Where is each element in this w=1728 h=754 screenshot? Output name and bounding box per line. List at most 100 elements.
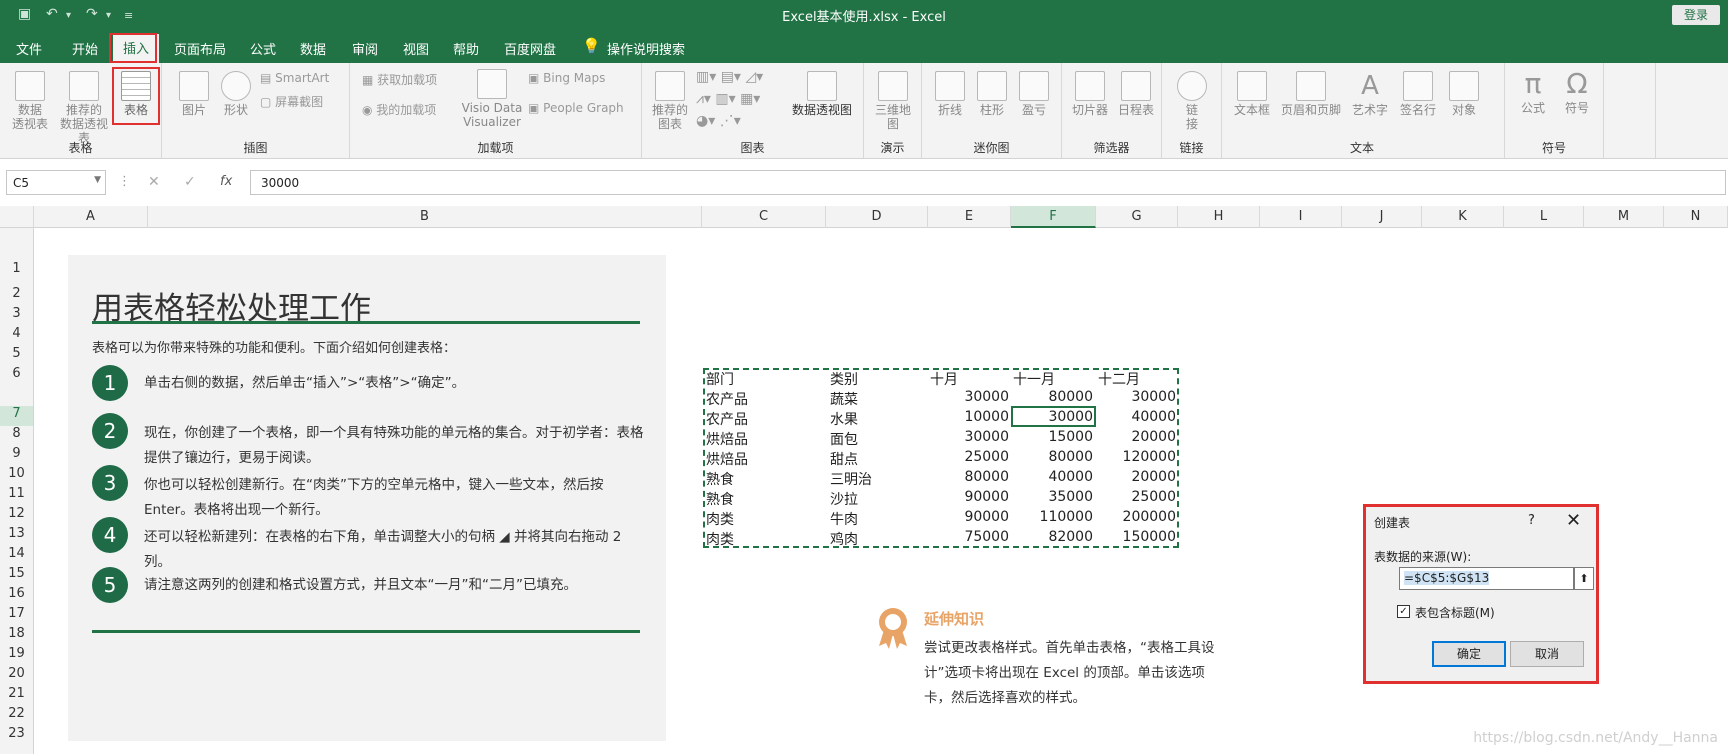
table-cell[interactable]: 牛肉	[830, 509, 858, 529]
column-header-l[interactable]: L	[1504, 206, 1584, 228]
table-cell[interactable]: 30000	[1096, 389, 1176, 405]
row-header[interactable]: 4	[0, 326, 33, 341]
tab-view[interactable]: 视图	[403, 39, 429, 58]
table-cell[interactable]: 25000	[928, 449, 1009, 465]
recommended-pivot-button[interactable]: 推荐的 数据透视表	[56, 71, 112, 145]
table-cell[interactable]: 110000	[1011, 509, 1093, 525]
tab-home[interactable]: 开始	[72, 39, 98, 58]
pivot-table-button[interactable]: 数据 透视表	[8, 71, 52, 131]
table-cell[interactable]: 30000	[928, 429, 1009, 445]
table-cell[interactable]: 80000	[1011, 389, 1093, 405]
column-header-f[interactable]: F	[1011, 206, 1096, 228]
pivot-chart-button[interactable]: 数据透视图	[790, 71, 854, 117]
column-header-c[interactable]: C	[702, 206, 826, 228]
smartart-button[interactable]: ▤ SmartArt	[260, 71, 329, 85]
line-chart-icon[interactable]: ⩘▾ ▥▾ ▦▾	[696, 91, 760, 107]
login-button[interactable]: 登录	[1672, 5, 1720, 25]
wordart-button[interactable]: A 艺术字	[1346, 71, 1394, 117]
table-header-cell[interactable]: 类别	[830, 369, 858, 389]
row-header[interactable]: 1	[0, 252, 33, 286]
column-header-b[interactable]: B	[148, 206, 702, 228]
table-cell[interactable]: 烘焙品	[706, 429, 748, 449]
name-box[interactable]: C5 ▼	[6, 170, 106, 195]
people-graph-button[interactable]: ▣ People Graph	[528, 101, 624, 115]
table-cell[interactable]: 熟食	[706, 469, 734, 489]
pictures-button[interactable]: 图片	[176, 71, 212, 117]
has-headers-label[interactable]: 表包含标题(M)	[1415, 604, 1495, 621]
formula-input[interactable]: 30000	[250, 170, 1726, 195]
collapse-dialog-icon[interactable]: ⬆	[1574, 567, 1594, 590]
3d-map-button[interactable]: 三维地图	[870, 71, 916, 131]
column-chart-icon[interactable]: ▥▾ ▤▾ ◿▾	[696, 69, 763, 85]
get-addins-button[interactable]: ▦ 获取加载项	[362, 71, 437, 88]
chevron-down-icon[interactable]: ▼	[94, 175, 101, 185]
my-addins-button[interactable]: ◉ 我的加载项	[362, 101, 436, 118]
active-cell[interactable]	[1011, 406, 1096, 427]
table-cell[interactable]: 90000	[928, 489, 1009, 505]
column-header-j[interactable]: J	[1342, 206, 1422, 228]
table-cell[interactable]: 25000	[1096, 489, 1176, 505]
row-header[interactable]: 21	[0, 686, 33, 701]
table-cell[interactable]: 农产品	[706, 389, 748, 409]
table-cell[interactable]: 30000	[928, 389, 1009, 405]
row-header[interactable]: 6	[0, 366, 33, 381]
tab-formulas[interactable]: 公式	[250, 39, 276, 58]
table-cell[interactable]: 烘焙品	[706, 449, 748, 469]
table-header-cell[interactable]: 十一月	[1013, 369, 1055, 389]
table-cell[interactable]: 40000	[1011, 469, 1093, 485]
column-header-n[interactable]: N	[1664, 206, 1728, 228]
recommended-charts-button[interactable]: 推荐的 图表	[652, 71, 688, 131]
column-header-a[interactable]: A	[34, 206, 148, 228]
table-cell[interactable]: 水果	[830, 409, 858, 429]
table-cell[interactable]: 肉类	[706, 509, 734, 529]
table-cell[interactable]: 35000	[1011, 489, 1093, 505]
row-header[interactable]: 3	[0, 306, 33, 321]
bing-maps-button[interactable]: ▣ Bing Maps	[528, 71, 605, 85]
row-header[interactable]: 19	[0, 646, 33, 661]
column-header-h[interactable]: H	[1178, 206, 1260, 228]
column-header-m[interactable]: M	[1584, 206, 1664, 228]
equation-button[interactable]: π 公式	[1513, 69, 1553, 116]
table-cell[interactable]: 20000	[1096, 429, 1176, 445]
row-header[interactable]: 12	[0, 506, 33, 521]
row-header[interactable]: 23	[0, 726, 33, 741]
row-header[interactable]: 7	[0, 406, 33, 426]
row-header[interactable]: 20	[0, 666, 33, 681]
slicer-button[interactable]: 切片器	[1068, 71, 1112, 117]
column-header-i[interactable]: I	[1260, 206, 1342, 228]
enter-icon[interactable]: ✓	[184, 174, 196, 190]
row-header[interactable]: 18	[0, 626, 33, 641]
column-header-e[interactable]: E	[928, 206, 1011, 228]
tab-review[interactable]: 审阅	[352, 39, 378, 58]
sparkline-winloss-button[interactable]: 盈亏	[1014, 71, 1054, 117]
tell-me-search[interactable]: 操作说明搜索	[607, 39, 685, 58]
row-header[interactable]: 2	[0, 286, 33, 301]
close-icon[interactable]: ✕	[1566, 510, 1581, 531]
row-header[interactable]: 15	[0, 566, 33, 581]
table-cell[interactable]: 面包	[830, 429, 858, 449]
tab-page-layout[interactable]: 页面布局	[174, 39, 226, 58]
column-header-k[interactable]: K	[1422, 206, 1504, 228]
table-cell[interactable]: 熟食	[706, 489, 734, 509]
ok-button[interactable]: 确定	[1432, 641, 1506, 667]
sparkline-line-button[interactable]: 折线	[930, 71, 970, 117]
table-cell[interactable]: 80000	[1011, 449, 1093, 465]
table-header-cell[interactable]: 十二月	[1098, 369, 1140, 389]
row-header[interactable]: 9	[0, 446, 33, 461]
table-cell[interactable]: 20000	[1096, 469, 1176, 485]
signature-line-button[interactable]: 签名行	[1394, 71, 1442, 117]
link-button[interactable]: 链接	[1172, 71, 1212, 131]
tab-help[interactable]: 帮助	[453, 39, 479, 58]
table-cell[interactable]: 80000	[928, 469, 1009, 485]
tab-data[interactable]: 数据	[300, 39, 326, 58]
object-button[interactable]: 对象	[1442, 71, 1486, 117]
row-header[interactable]: 11	[0, 486, 33, 501]
table-cell[interactable]: 10000	[928, 409, 1009, 425]
header-footer-button[interactable]: 页眉和页脚	[1278, 71, 1344, 117]
help-icon[interactable]: ?	[1528, 513, 1535, 528]
table-cell[interactable]: 82000	[1011, 529, 1093, 545]
symbol-button[interactable]: Ω 符号	[1557, 69, 1597, 116]
table-cell[interactable]: 三明治	[830, 469, 872, 489]
select-all-corner[interactable]	[0, 206, 34, 228]
row-header[interactable]: 8	[0, 426, 33, 441]
